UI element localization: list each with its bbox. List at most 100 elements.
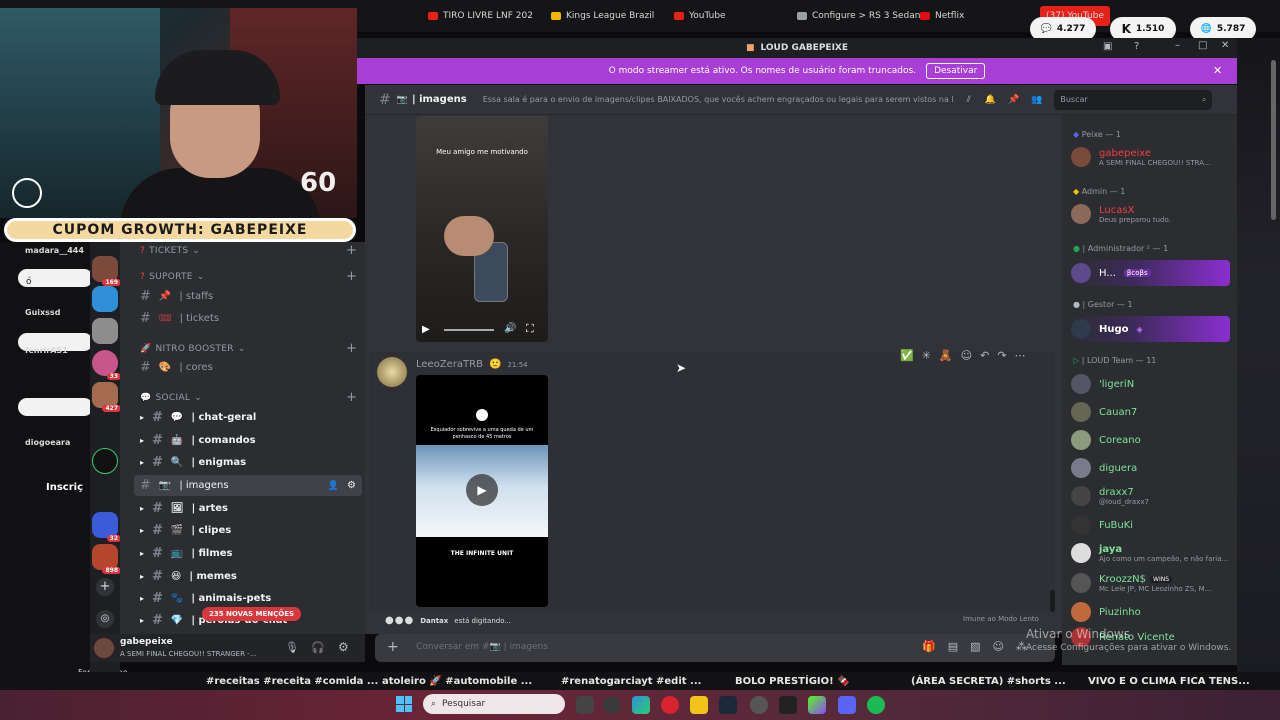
threads-icon[interactable]: ⫽ (967, 95, 971, 105)
forward-icon[interactable]: ↷ (997, 349, 1006, 362)
channel-chat-geral[interactable]: ▸ # 💬 | chat-geral (134, 407, 362, 428)
member-item[interactable]: FuBuKi (1071, 515, 1133, 535)
server-icon[interactable]: 32 (92, 512, 121, 542)
emoji-icon[interactable]: ☺ (993, 640, 1004, 653)
channel-tickets[interactable]: # 🎟 | tickets (134, 308, 362, 329)
add-channel-icon[interactable]: + (346, 390, 357, 405)
add-attachment-icon[interactable]: + (387, 639, 399, 655)
add-channel-icon[interactable]: + (346, 341, 357, 356)
folder-icon[interactable] (690, 696, 708, 714)
maximize-icon[interactable]: □ (1198, 40, 1207, 51)
new-mentions-badge[interactable]: 235 NOVAS MENÇÕES (202, 607, 302, 621)
gif-icon[interactable]: ▤ (948, 640, 958, 653)
app-icon[interactable] (603, 696, 621, 714)
category-suporte[interactable]: ? SUPORTE ⌄ (140, 272, 205, 282)
server-icon[interactable] (92, 286, 118, 312)
bell-icon[interactable]: 🔔 (985, 95, 996, 105)
spotify-icon[interactable] (867, 696, 885, 714)
windows-start-icon[interactable] (396, 696, 412, 712)
channel-filmes[interactable]: ▸ # 📺 | filmes (134, 543, 362, 564)
minimize-icon[interactable]: – (1175, 40, 1180, 51)
search-input[interactable]: Buscar ⌕ (1054, 89, 1213, 110)
browser-tab-2[interactable]: Kings League Brazil (551, 6, 654, 26)
page-scrollbar[interactable] (1271, 60, 1276, 220)
app-icon[interactable] (808, 696, 826, 714)
avatar[interactable] (377, 357, 407, 387)
server-icon[interactable] (92, 318, 118, 344)
add-reaction-icon[interactable]: ☺ (961, 349, 972, 362)
more-icon[interactable]: ⋯ (1015, 349, 1026, 362)
author-name[interactable]: LeeoZeraTRB (416, 359, 483, 370)
microphone-icon[interactable]: 🎙 (285, 641, 299, 654)
member-item[interactable]: jaya Ajo como um campeão, e não faria... (1071, 543, 1229, 563)
obs-icon[interactable] (750, 696, 768, 714)
reply-icon[interactable]: ↶ (980, 349, 989, 362)
channel-clipes[interactable]: ▸ # 🎬 | clipes (134, 520, 362, 541)
sticker-icon[interactable]: ▧ (970, 640, 980, 653)
channel-staffs[interactable]: # 📌 | staffs (134, 286, 362, 307)
members-icon[interactable]: 👥 (1031, 95, 1042, 105)
member-item[interactable]: draxx7 @loud_draxx7 (1071, 486, 1149, 506)
category-social[interactable]: 💬 SOCIAL ⌄ (140, 393, 202, 403)
edge-icon[interactable] (632, 696, 650, 714)
loud-server-icon[interactable] (92, 448, 118, 474)
server-icon[interactable]: 33 (92, 350, 121, 380)
channel-comandos[interactable]: ▸ # 🤖 | comandos (134, 430, 362, 451)
channel-animais-pets[interactable]: ▸ # 🐾 | animais-pets (134, 588, 362, 609)
member-item[interactable]: H... βcoβs (1071, 263, 1151, 283)
browser-tab-5[interactable]: Netflix (920, 6, 964, 26)
volume-icon[interactable]: 🔊 (504, 323, 516, 334)
channel-imagens[interactable]: # 📷 | imagens 👤 ⚙ (134, 475, 362, 496)
browser-tab-4[interactable]: Configure > RS 3 Sedan (797, 6, 920, 26)
add-channel-icon[interactable]: + (346, 243, 357, 258)
video-progress-bar[interactable] (444, 329, 494, 331)
discover-icon[interactable]: ◎ (96, 610, 114, 628)
reaction-icon[interactable]: ✳ (922, 349, 931, 362)
category-nitro-booster[interactable]: 🚀 NITRO BOOSTER ⌄ (140, 344, 246, 354)
browser-tab-1[interactable]: TIRO LIVRE LNF 202 (428, 6, 533, 26)
opera-icon[interactable] (661, 696, 679, 714)
category-tickets[interactable]: ? TICKETS ⌄ (140, 246, 200, 256)
inbox-icon[interactable]: ▣ (1103, 41, 1112, 52)
server-icon[interactable]: 898 (92, 544, 121, 574)
server-icon[interactable]: 427 (92, 382, 121, 412)
channel-artes[interactable]: ▸ # 🖼 | artes (134, 498, 362, 519)
ticker-item[interactable]: atoleiro 🚀 #automobile ... (382, 676, 532, 687)
ticker-item[interactable]: #receitas #receita #comida ... (206, 676, 378, 687)
server-icon[interactable]: 169 (92, 256, 121, 286)
add-server-icon[interactable]: + (96, 578, 114, 596)
member-item[interactable]: diguera (1071, 458, 1137, 478)
video-attachment[interactable]: Meu amigo me motivando ▶ 🔊 ⛶ (416, 116, 548, 342)
task-view-icon[interactable] (576, 696, 594, 714)
ticker-item[interactable]: BOLO PRESTÍGIO! 🍫 (735, 676, 850, 687)
app-icon[interactable] (779, 696, 797, 714)
fullscreen-icon[interactable]: ⛶ (526, 322, 534, 336)
member-item[interactable]: Piuzinho (1071, 602, 1141, 622)
video-attachment[interactable]: Esquiador sobrevive a uma queda de um pe… (416, 375, 548, 607)
sticker-icon[interactable]: 🧸 (939, 349, 953, 362)
play-icon[interactable]: ▶ (466, 474, 498, 506)
ticker-item[interactable]: (ÁREA SECRETA) #shorts ... (911, 676, 1066, 687)
member-item[interactable]: Hugo ◈ (1071, 319, 1143, 339)
disable-streamer-button[interactable]: Desativar (926, 63, 986, 79)
chat-scrollbar[interactable] (1050, 590, 1055, 612)
discord-icon[interactable] (838, 696, 856, 714)
member-item[interactable]: KroozzN$ WINS Mc Lele JP, MC Leozinho ZS, … (1071, 573, 1229, 593)
play-icon[interactable]: ▶ (422, 324, 430, 335)
help-icon[interactable]: ? (1134, 41, 1139, 52)
check-icon[interactable]: ✅ (900, 349, 914, 362)
invite-icon[interactable]: 👤 (328, 481, 339, 491)
pin-icon[interactable]: 📌 (1008, 95, 1019, 105)
close-banner-icon[interactable]: ✕ (1213, 64, 1222, 77)
add-channel-icon[interactable]: + (346, 269, 357, 284)
taskbar-search[interactable]: ⌕ Pesquisar (423, 694, 565, 714)
member-item[interactable]: 'ligeriN (1071, 374, 1134, 394)
channel-cores[interactable]: # 🎨 | cores (134, 357, 362, 378)
headphones-icon[interactable]: 🎧 (311, 641, 325, 654)
gear-icon[interactable]: ⚙ (338, 640, 349, 654)
member-item[interactable]: LucasX Deus preparou tudo. (1071, 204, 1171, 224)
gear-icon[interactable]: ⚙ (347, 480, 362, 491)
gift-icon[interactable]: 🎁 (922, 640, 936, 653)
channel-enigmas[interactable]: ▸ # 🔍 | enigmas (134, 452, 362, 473)
member-item[interactable]: gabepeixe A SEMI FINAL CHEGOU!! STRA... (1071, 147, 1211, 167)
